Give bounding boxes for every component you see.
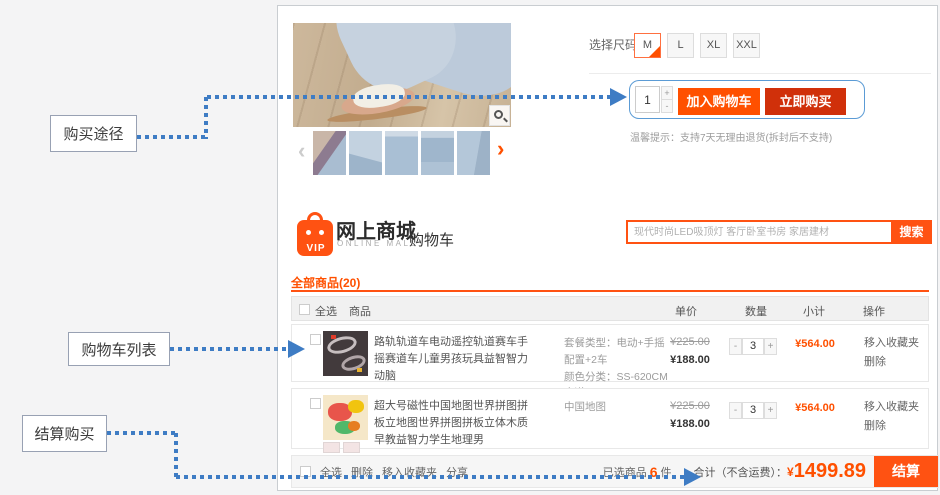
move-to-favorites-link[interactable]: 移入收藏夹	[864, 334, 919, 353]
row-checkbox[interactable]	[310, 334, 321, 345]
dotted-connector-line	[204, 97, 208, 139]
header-product: 商品	[349, 303, 371, 319]
size-option-xxl[interactable]: XXL	[733, 33, 760, 58]
quantity-stepper: - 3 +	[729, 402, 777, 419]
header-unit-price: 单价	[675, 303, 697, 319]
subtotal-cell: ¥564.00	[787, 402, 843, 414]
quantity-stepper: - 3 +	[729, 338, 777, 355]
product-specs: 中国地图	[564, 399, 672, 416]
cart-section-title: 全部商品(20)	[291, 274, 360, 291]
quantity-decrease-icon[interactable]: -	[729, 402, 742, 419]
size-option-xl[interactable]: XL	[700, 33, 727, 58]
cart-row-track-toy: 路轨轨道车电动遥控轨道赛车手摇赛道车儿童男孩玩具益智智力动脑 套餐类型：电动+手…	[291, 324, 929, 382]
unit-price-cell: ¥225.00 ¥188.00	[658, 334, 722, 369]
product-name[interactable]: 超大号磁性中国地图世界拼图拼板立地图世界拼图拼板立体木质早教益智力学生地理男	[374, 398, 532, 449]
quantity-value[interactable]: 3	[742, 402, 764, 419]
subtotal-cell: ¥564.00	[787, 338, 843, 350]
dotted-connector-line	[176, 475, 684, 479]
dotted-connector-line	[137, 135, 207, 139]
annotation-label-checkout: 结算购买	[22, 415, 107, 452]
quantity-decrease-icon[interactable]: -	[729, 338, 742, 355]
header-select-all: 全选	[315, 303, 337, 319]
mall-logo-icon[interactable]: VIP	[297, 212, 335, 258]
magnifier-icon[interactable]	[489, 105, 510, 126]
total-label: 合计（不含运费）：	[694, 464, 788, 480]
dotted-connector-line	[174, 433, 178, 477]
logo-vip-text: VIP	[297, 243, 335, 254]
checkout-bar: 全选 删除 移入收藏夹 分享 已选商品 6 件 合计（不含运费）： ¥ 1499…	[291, 455, 939, 488]
delete-link[interactable]: 删除	[864, 417, 919, 436]
arrow-right-icon	[288, 340, 305, 358]
quantity-increase-icon[interactable]: +	[661, 86, 673, 100]
mall-name-english: ONLINE MALL	[337, 239, 417, 248]
thumbnail-prev-icon[interactable]: ‹	[298, 140, 305, 162]
header-quantity: 数量	[745, 303, 767, 319]
cart-row-china-map: 超大号磁性中国地图世界拼图拼板立地图世界拼图拼板立体木质早教益智力学生地理男 中…	[291, 388, 929, 449]
product-thumbnail[interactable]	[457, 131, 490, 175]
section-title-underline	[291, 290, 929, 292]
check-icon: ✓	[654, 35, 660, 58]
header-actions: 操作	[863, 303, 885, 319]
section-divider	[589, 73, 931, 74]
quantity-decrease-icon[interactable]: -	[661, 99, 673, 113]
thumbnail-next-icon[interactable]: ›	[497, 138, 504, 160]
product-image-china-map[interactable]	[323, 395, 368, 440]
search-button[interactable]: 搜索	[891, 220, 932, 244]
dotted-connector-line	[207, 95, 610, 99]
arrow-right-icon	[610, 88, 627, 106]
select-all-checkbox[interactable]	[299, 304, 310, 315]
quantity-increase-icon[interactable]: +	[764, 338, 777, 355]
checkout-button[interactable]: 结算	[874, 456, 938, 487]
product-thumbnail[interactable]	[349, 131, 382, 175]
size-options: M ✓ L XL XXL	[634, 33, 760, 58]
header-subtotal: 小计	[803, 303, 825, 319]
product-name[interactable]: 路轨轨道车电动遥控轨道赛车手摇赛道车儿童男孩玩具益智智力动脑	[374, 334, 532, 385]
variant-thumbnails	[323, 442, 360, 453]
thumbnail-strip	[313, 131, 490, 175]
cart-table-header: 全选 商品 单价 数量 小计 操作	[291, 296, 929, 321]
row-checkbox[interactable]	[310, 398, 321, 409]
unit-price-cell: ¥225.00 ¥188.00	[658, 398, 722, 433]
bulk-actions: 全选 删除 移入收藏夹 分享	[300, 456, 468, 487]
search-input[interactable]	[626, 220, 891, 244]
product-main-image[interactable]	[293, 23, 511, 127]
arrow-right-icon	[684, 468, 701, 486]
row-actions: 移入收藏夹 删除	[864, 334, 919, 371]
row-actions: 移入收藏夹 删除	[864, 398, 919, 435]
annotation-label-cart-list: 购物车列表	[68, 332, 170, 366]
size-option-m[interactable]: M ✓	[634, 33, 661, 58]
storefront-screenshot-panel: ‹ › 选择尺码: M ✓ L XL XXL + - 加入购物车 立即购买 温馨…	[277, 5, 938, 491]
product-thumbnail[interactable]	[421, 131, 454, 175]
annotation-label-purchase-path: 购买途径	[50, 115, 137, 152]
search-bar: 搜索	[626, 220, 932, 244]
product-thumbnail[interactable]	[313, 131, 346, 175]
quantity-input[interactable]	[635, 86, 660, 113]
return-policy-tip: 温馨提示：支持7天无理由退货(拆封后不支持)	[630, 129, 832, 144]
quantity-increase-icon[interactable]: +	[764, 402, 777, 419]
product-image-track-toy[interactable]	[323, 331, 368, 376]
page-title: 购物车	[409, 229, 454, 250]
dotted-connector-line	[170, 347, 288, 351]
total-amount: 1499.89	[794, 460, 866, 483]
dotted-connector-line	[107, 431, 178, 435]
add-to-cart-button[interactable]: 加入购物车	[678, 88, 760, 115]
size-selector-label: 选择尺码:	[589, 36, 640, 53]
checkout-summary: 已选商品 6 件 合计（不含运费）： ¥ 1499.89	[603, 456, 866, 487]
size-option-l[interactable]: L	[667, 33, 694, 58]
delete-link[interactable]: 删除	[864, 353, 919, 372]
move-to-favorites-link[interactable]: 移入收藏夹	[864, 398, 919, 417]
quantity-value[interactable]: 3	[742, 338, 764, 355]
currency-symbol: ¥	[787, 465, 794, 479]
buy-now-button[interactable]: 立即购买	[765, 88, 846, 115]
product-thumbnail[interactable]	[385, 131, 418, 175]
